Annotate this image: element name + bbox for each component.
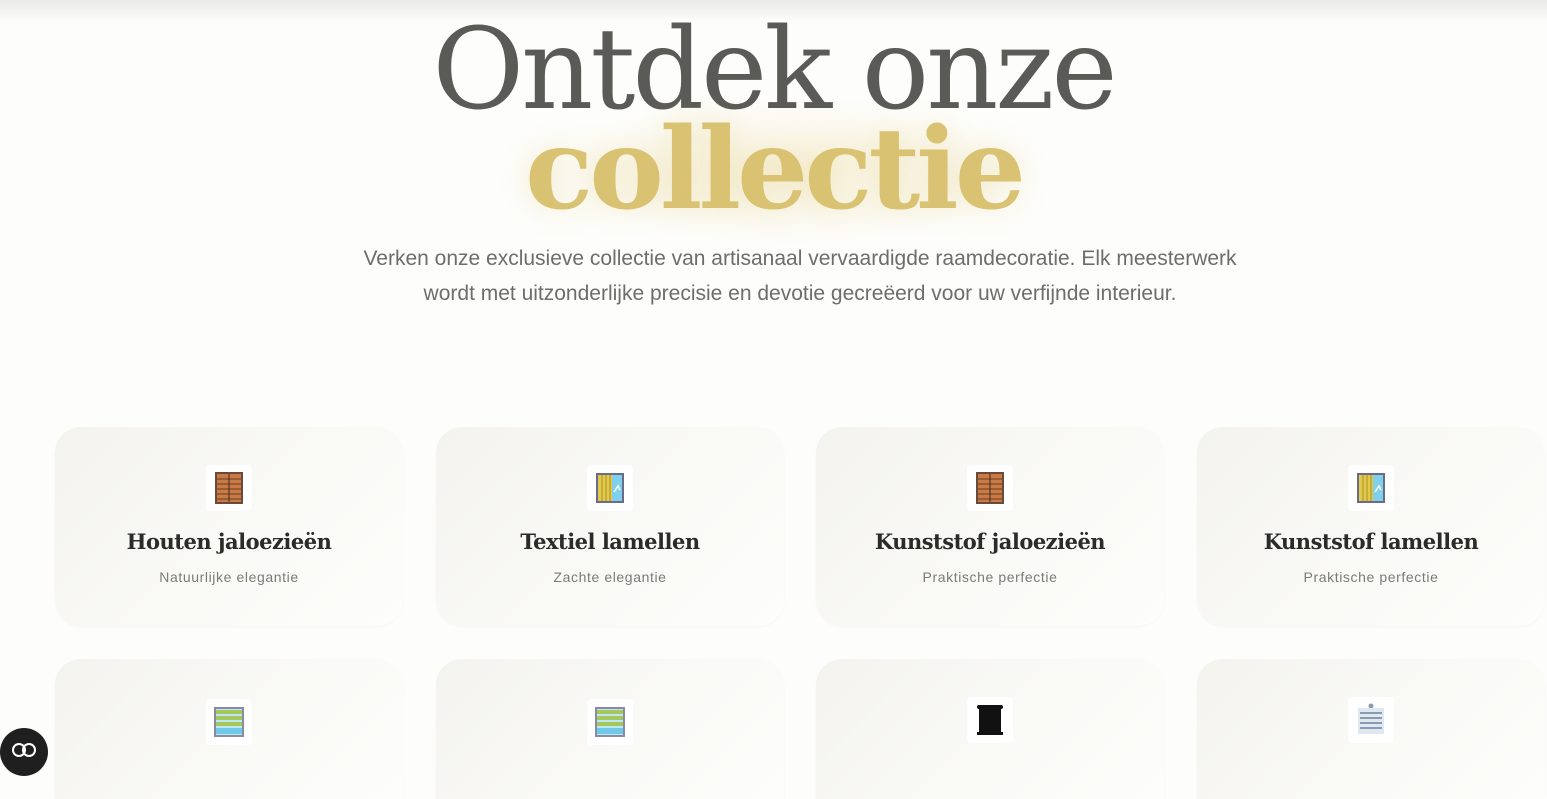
card-title: Kunststof jaloezieën bbox=[874, 529, 1106, 554]
card-subtitle: Praktische perfectie bbox=[922, 569, 1058, 585]
hero-subtitle: Verken onze exclusieve collectie van art… bbox=[363, 247, 1237, 305]
card-subtitle: Praktische perfectie bbox=[1303, 569, 1439, 585]
product-card[interactable] bbox=[436, 659, 784, 799]
wooden-blinds-icon bbox=[967, 465, 1013, 511]
product-card-textiel-lamellen[interactable]: Textiel lamellen Zachte elegantie bbox=[436, 427, 784, 626]
product-card-kunststof-jaloezieen[interactable]: Kunststof jaloezieën Praktische perfecti… bbox=[816, 427, 1164, 626]
honeycomb-blinds-icon bbox=[1348, 697, 1394, 743]
card-title: Houten jaloezieën bbox=[126, 529, 332, 554]
product-card-houten-jaloezieen[interactable]: Houten jaloezieën Natuurlijke elegantie bbox=[55, 427, 403, 626]
card-title: Textiel lamellen bbox=[520, 529, 700, 554]
pleated-blinds-icon bbox=[206, 699, 252, 745]
pleated-blinds-icon bbox=[587, 699, 633, 745]
roller-blind-icon bbox=[967, 697, 1013, 743]
vertical-blinds-icon bbox=[1348, 465, 1394, 511]
card-title: Kunststof lamellen bbox=[1263, 529, 1479, 554]
product-card-kunststof-lamellen[interactable]: Kunststof lamellen Praktische perfectie bbox=[1197, 427, 1545, 626]
privacy-toggle-icon bbox=[11, 742, 37, 763]
vertical-blinds-icon bbox=[587, 465, 633, 511]
product-card[interactable] bbox=[816, 659, 1164, 799]
wooden-blinds-icon bbox=[206, 465, 252, 511]
card-subtitle: Zachte elegantie bbox=[553, 569, 667, 585]
product-card[interactable] bbox=[55, 659, 403, 799]
product-card[interactable] bbox=[1197, 659, 1545, 799]
card-subtitle: Natuurlijke elegantie bbox=[159, 569, 299, 585]
hero-title-line2: collectie bbox=[525, 104, 1026, 235]
